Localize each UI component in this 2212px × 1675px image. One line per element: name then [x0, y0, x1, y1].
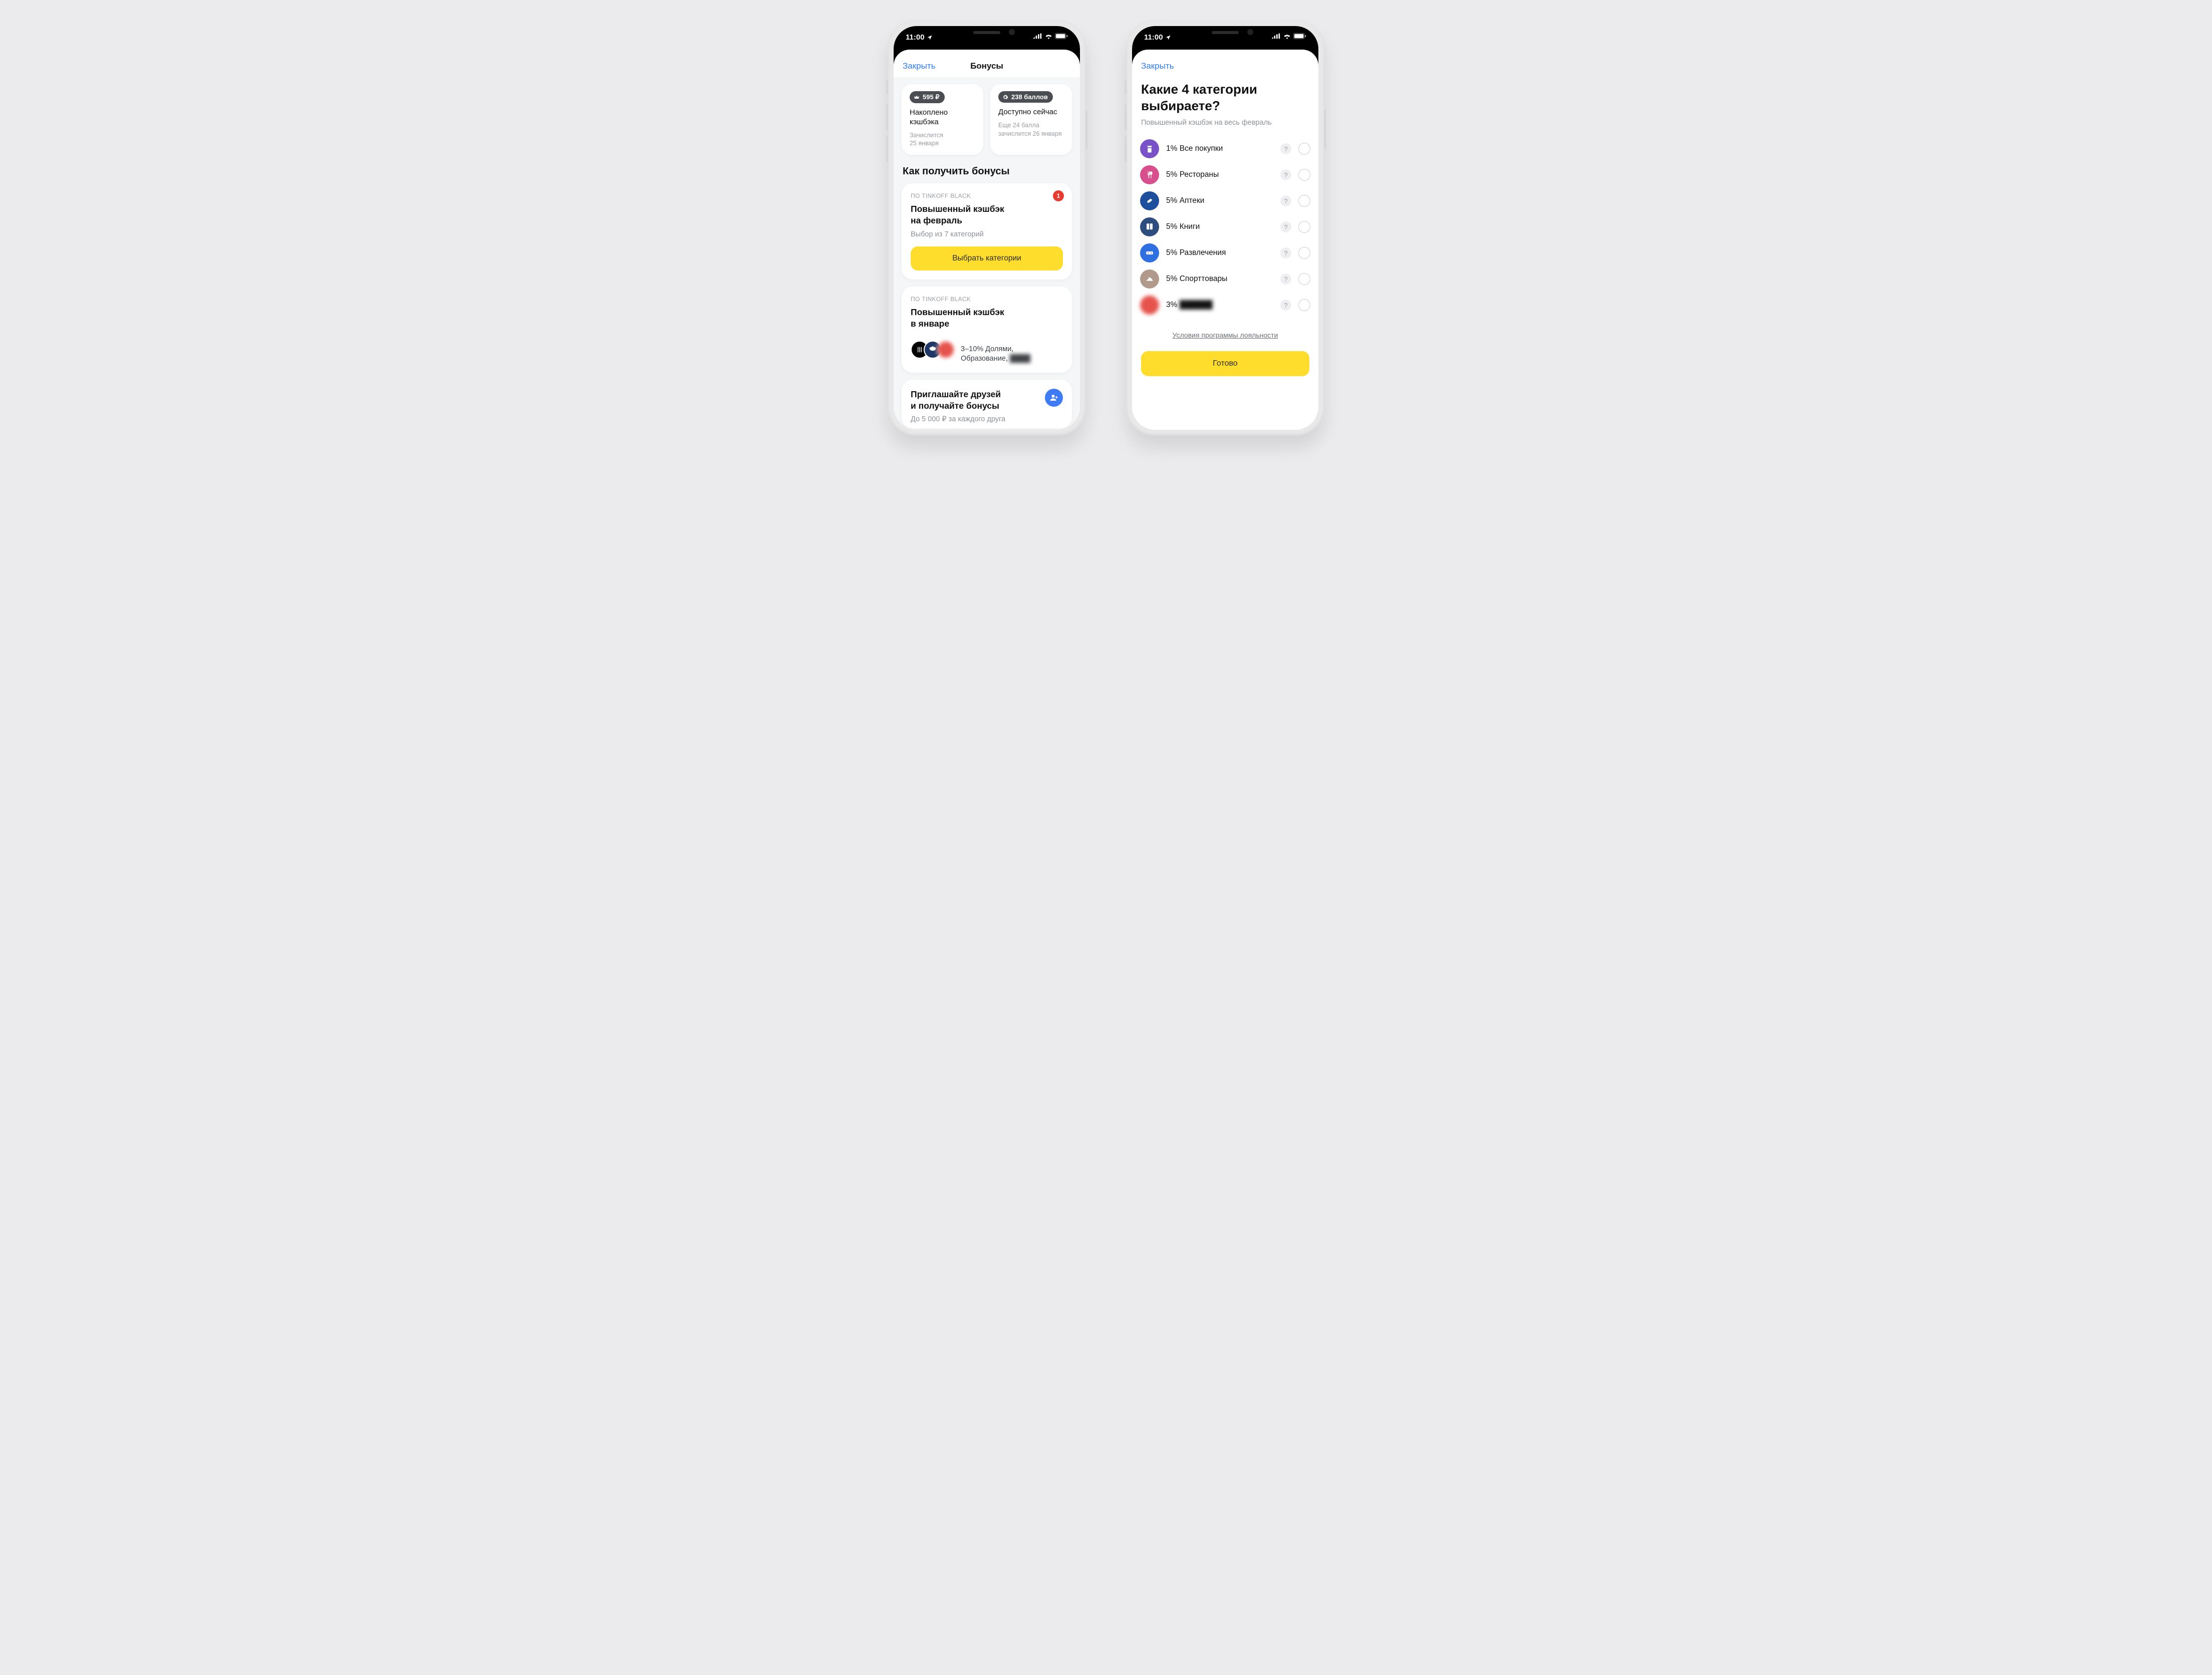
help-icon[interactable]: ?: [1280, 169, 1291, 180]
page-subtitle: Повышенный кэшбэк на весь февраль: [1141, 119, 1309, 127]
summary-card-points[interactable]: 238 баллов Доступно сейчас Еще 24 балла …: [990, 84, 1072, 155]
category-radio[interactable]: [1298, 143, 1310, 155]
location-icon: [1165, 35, 1171, 41]
category-label: 5% Книги: [1166, 222, 1273, 231]
summary-note: Зачислится 25 января: [910, 131, 975, 148]
help-icon[interactable]: ?: [1280, 273, 1291, 285]
nav-bar: Закрыть Бонусы: [894, 55, 1080, 77]
close-button[interactable]: Закрыть: [1141, 61, 1174, 71]
category-label: 5% Развлечения: [1166, 248, 1273, 257]
category-icon: [1140, 139, 1159, 158]
wifi-icon: [1283, 33, 1291, 39]
battery-icon: [1055, 33, 1068, 39]
category-icon: [1140, 296, 1159, 315]
wifi-icon: [1044, 33, 1053, 39]
status-time: 11:00: [906, 33, 925, 42]
help-icon[interactable]: ?: [1280, 221, 1291, 232]
category-label: 5% Рестораны: [1166, 170, 1273, 179]
category-label: 5% Спорттовары: [1166, 274, 1273, 284]
card-title: Приглашайте друзей и получайте бонусы: [911, 389, 1063, 412]
invite-card[interactable]: Приглашайте друзей и получайте бонусы До…: [902, 380, 1072, 429]
phone-left: 11:00 Закрыть Бонусы 595 ₽ На: [888, 20, 1086, 436]
terms-link[interactable]: Условия программы лояльности: [1173, 331, 1278, 339]
category-label: 3% ██████: [1166, 301, 1273, 310]
card-eyebrow: ПО TINKOFF BLACK: [911, 192, 1063, 199]
summary-title: Доступно сейчас: [998, 108, 1064, 117]
current-cashback-card[interactable]: ПО TINKOFF BLACK Повышенный кэшбэк в янв…: [902, 287, 1072, 373]
close-button[interactable]: Закрыть: [903, 61, 935, 71]
done-button[interactable]: Готово: [1141, 351, 1309, 376]
category-row[interactable]: 1% Все покупки?: [1140, 136, 1310, 162]
card-title: Повышенный кэшбэк на февраль: [911, 203, 1063, 226]
help-icon[interactable]: ?: [1280, 300, 1291, 311]
card-description: 3–10% Долями, Образование, ████: [961, 335, 1030, 364]
category-icon: [1140, 165, 1159, 184]
category-row[interactable]: 5% Книги?: [1140, 214, 1310, 240]
category-label: 1% Все покупки: [1166, 144, 1273, 153]
category-icon: [1140, 217, 1159, 236]
category-radio[interactable]: [1298, 221, 1310, 233]
page-title: Какие 4 категории выбираете?: [1140, 80, 1310, 114]
section-title: Как получить бонусы: [903, 166, 1071, 177]
summary-note: Еще 24 балла зачислится 26 января: [998, 121, 1064, 138]
category-radio[interactable]: [1298, 247, 1310, 259]
category-label: 5% Аптеки: [1166, 196, 1273, 205]
help-icon[interactable]: ?: [1280, 195, 1291, 206]
category-list: 1% Все покупки?5% Рестораны?5% Аптеки?5%…: [1140, 136, 1310, 318]
location-icon: [927, 35, 933, 41]
summary-card-cashback[interactable]: 595 ₽ Накоплено кэшбэка Зачислится 25 ян…: [902, 84, 983, 155]
category-row[interactable]: 5% Аптеки?: [1140, 188, 1310, 214]
card-title: Повышенный кэшбэк в январе: [911, 307, 1063, 330]
category-row[interactable]: 5% Рестораны?: [1140, 162, 1310, 188]
category-radio[interactable]: [1298, 195, 1310, 207]
card-subtitle: До 5 000 ₽ за каждого друга: [911, 415, 1063, 423]
status-time: 11:00: [1144, 33, 1163, 42]
battery-icon: [1293, 33, 1306, 39]
help-icon[interactable]: ?: [1280, 143, 1291, 154]
category-icon: [1140, 243, 1159, 262]
category-icon: [1140, 269, 1159, 289]
promo-card[interactable]: 1 ПО TINKOFF BLACK Повышенный кэшбэк на …: [902, 183, 1072, 280]
category-icon: [937, 341, 955, 359]
category-row[interactable]: 5% Развлечения?: [1140, 240, 1310, 266]
card-eyebrow: ПО TINKOFF BLACK: [911, 296, 1063, 303]
help-icon[interactable]: ?: [1280, 247, 1291, 258]
summary-title: Накоплено кэшбэка: [910, 108, 975, 127]
category-row[interactable]: 5% Спорттовары?: [1140, 266, 1310, 292]
choose-categories-button[interactable]: Выбрать категории: [911, 246, 1063, 270]
nav-bar: Закрыть: [1132, 55, 1318, 77]
notification-badge: 1: [1053, 190, 1064, 201]
category-radio[interactable]: [1298, 273, 1310, 285]
crown-icon: [914, 94, 920, 100]
category-row[interactable]: 3% ██████?: [1140, 292, 1310, 318]
phone-right: 11:00 Закрыть Какие 4 категории выбирает…: [1126, 20, 1324, 436]
category-radio[interactable]: [1298, 169, 1310, 181]
terms-link-row: Условия программы лояльности: [1140, 331, 1310, 340]
summary-badge: 595 ₽: [923, 93, 940, 101]
gear-icon: [1002, 94, 1008, 100]
category-icon: [1140, 191, 1159, 210]
invite-icon: [1045, 389, 1063, 407]
card-subtitle: Выбор из 7 категорий: [911, 230, 1063, 238]
category-radio[interactable]: [1298, 299, 1310, 311]
summary-badge: 238 баллов: [1011, 93, 1048, 101]
